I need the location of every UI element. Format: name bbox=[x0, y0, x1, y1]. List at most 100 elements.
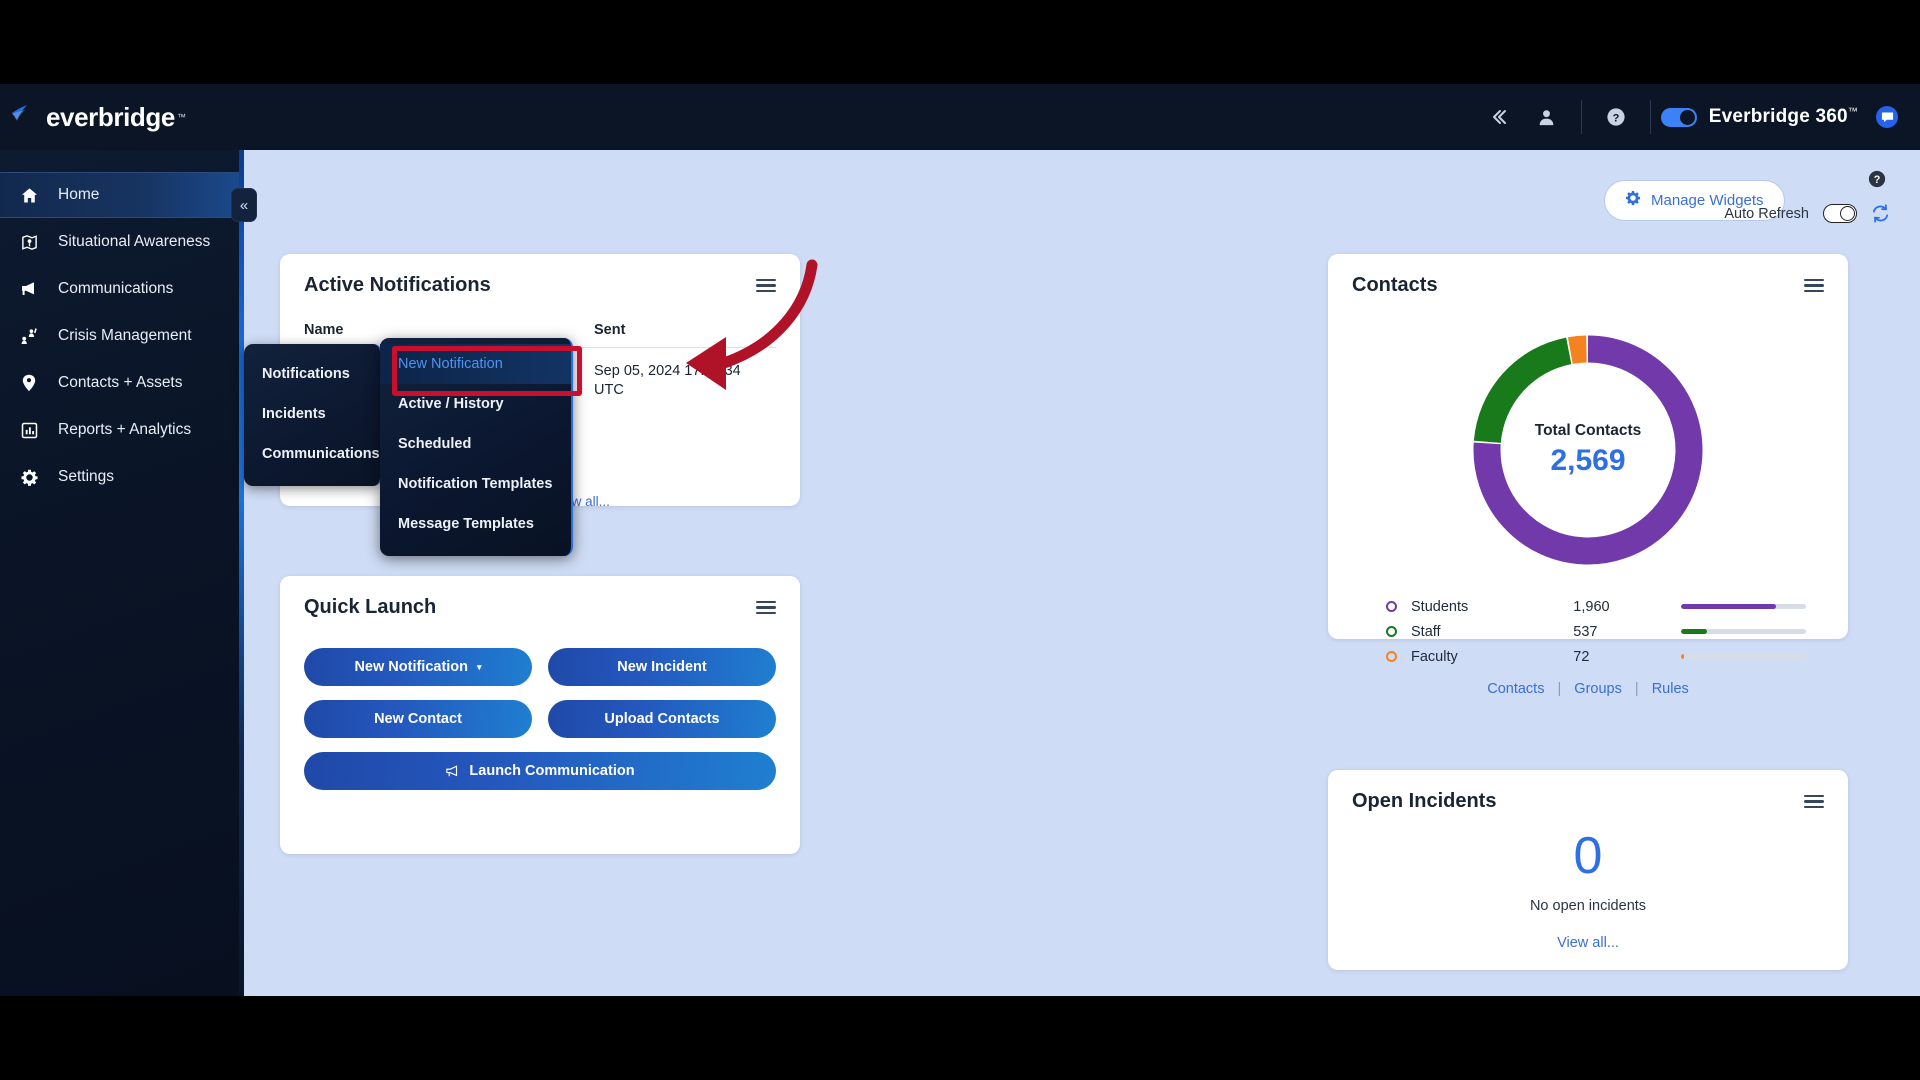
new-notification-button[interactable]: New Notification ▾ bbox=[304, 648, 532, 686]
gear-icon bbox=[18, 469, 40, 486]
new-contact-button[interactable]: New Contact bbox=[304, 700, 532, 738]
open-incidents-count: 0 bbox=[1573, 827, 1603, 885]
open-incidents-links: View all... bbox=[1328, 935, 1848, 951]
contacts-links: Contacts | Groups | Rules bbox=[1328, 681, 1848, 697]
hamburger-icon[interactable] bbox=[756, 597, 776, 618]
help-circle-icon[interactable]: ? bbox=[1592, 84, 1640, 150]
top-bar-actions: ? Everbridge 360™ bbox=[1475, 84, 1920, 150]
svg-text:?: ? bbox=[1612, 113, 1619, 125]
card-header: Open Incidents bbox=[1328, 770, 1848, 813]
legend-progress-bar bbox=[1680, 654, 1806, 659]
everbridge-logo-tm: ™ bbox=[176, 112, 186, 122]
view-all-link[interactable]: View all... bbox=[1557, 935, 1619, 951]
brand-tm: ™ bbox=[1847, 106, 1858, 118]
quick-launch-buttons: New Notification ▾ New Incident New Cont… bbox=[304, 648, 776, 790]
menu-item-communications[interactable]: Communications bbox=[244, 434, 380, 474]
quick-launch-card: Quick Launch New Notification ▾ New Inci… bbox=[280, 576, 800, 854]
link-separator: | bbox=[1557, 681, 1562, 697]
brand-text: Everbridge 360 bbox=[1708, 106, 1848, 127]
user-icon[interactable] bbox=[1523, 84, 1571, 150]
link-contacts[interactable]: Contacts bbox=[1487, 681, 1544, 697]
sidebar: « Home Situational Awareness Communicati… bbox=[0, 150, 257, 996]
megaphone-icon bbox=[18, 280, 40, 298]
hamburger-icon[interactable] bbox=[756, 275, 776, 296]
chat-icon[interactable] bbox=[1876, 106, 1898, 128]
sidebar-item-label: Reports + Analytics bbox=[58, 421, 192, 438]
card-title: Active Notifications bbox=[304, 274, 491, 296]
crisis-people-icon bbox=[18, 327, 40, 345]
link-separator: | bbox=[1634, 681, 1639, 697]
everbridge-logo-mark bbox=[10, 104, 44, 130]
menu-item-message-templates[interactable]: Message Templates bbox=[380, 504, 571, 544]
everbridge-logo[interactable]: everbridge ™ bbox=[0, 84, 244, 150]
help-circle-icon[interactable]: ? bbox=[1868, 170, 1886, 188]
contacts-donut-chart: Total Contacts 2,569 bbox=[1328, 310, 1848, 590]
refresh-icon[interactable] bbox=[1871, 204, 1890, 223]
menu-item-notification-templates[interactable]: Notification Templates bbox=[380, 464, 571, 504]
open-incidents-card: Open Incidents 0 No open incidents View … bbox=[1328, 770, 1848, 970]
auto-refresh-toggle[interactable] bbox=[1823, 204, 1857, 223]
card-title: Open Incidents bbox=[1352, 790, 1497, 812]
legend-row: Students 1,960 bbox=[1386, 594, 1806, 619]
sidebar-item-communications[interactable]: Communications bbox=[0, 266, 244, 312]
legend-row: Faculty 72 bbox=[1386, 644, 1806, 669]
legend-value: 1,960 bbox=[1573, 598, 1610, 615]
hamburger-icon[interactable] bbox=[1804, 791, 1824, 812]
button-label: New Notification bbox=[354, 659, 469, 675]
legend-color-dot bbox=[1386, 651, 1397, 662]
bar-chart-icon bbox=[18, 422, 40, 439]
sidebar-item-reports-analytics[interactable]: Reports + Analytics bbox=[0, 407, 244, 453]
cell-sent: Sep 05, 2024 17:53:34 UTC bbox=[594, 363, 741, 398]
open-incidents-message: No open incidents bbox=[1529, 898, 1647, 914]
chevron-down-icon: ▾ bbox=[477, 661, 482, 672]
main-content: ? Manage Widgets Auto Refresh Active Not… bbox=[244, 150, 1920, 996]
svg-text:?: ? bbox=[1874, 174, 1881, 186]
sidebar-item-home[interactable]: Home bbox=[0, 172, 244, 218]
menu-item-notifications[interactable]: Notifications bbox=[244, 354, 380, 394]
button-label: New Incident bbox=[617, 659, 707, 675]
sidebar-item-situational-awareness[interactable]: Situational Awareness bbox=[0, 219, 244, 265]
upload-contacts-button[interactable]: Upload Contacts bbox=[548, 700, 776, 738]
card-header: Quick Launch bbox=[280, 576, 800, 619]
auto-refresh-label: Auto Refresh bbox=[1724, 205, 1809, 222]
legend-label: Faculty bbox=[1411, 648, 1458, 665]
legend-value: 537 bbox=[1573, 623, 1598, 640]
menu-item-scheduled[interactable]: Scheduled bbox=[380, 424, 571, 464]
gear-icon bbox=[1625, 190, 1641, 211]
card-header: Contacts bbox=[1328, 254, 1848, 297]
legend-row: Staff 537 bbox=[1386, 619, 1806, 644]
map-pin-person-icon bbox=[18, 374, 40, 392]
menu-item-new-notification[interactable]: New Notification bbox=[380, 344, 571, 384]
legend-label: Students bbox=[1411, 598, 1469, 615]
legend-label: Staff bbox=[1411, 623, 1441, 640]
column-header-sent: Sent bbox=[594, 322, 626, 338]
map-awareness-icon bbox=[18, 234, 40, 251]
sidebar-collapse-button[interactable]: « bbox=[231, 188, 257, 222]
launch-communication-button[interactable]: Launch Communication bbox=[304, 752, 776, 790]
hamburger-icon[interactable] bbox=[1804, 275, 1824, 296]
sidebar-item-label: Contacts + Assets bbox=[58, 374, 183, 391]
contacts-widget-card: Contacts Total Contacts 2,569 Students 1,… bbox=[1328, 254, 1848, 697]
flyout-menu-level1: Notifications Incidents Communications bbox=[244, 344, 382, 486]
button-label: New Contact bbox=[374, 711, 462, 727]
sidebar-item-label: Home bbox=[58, 186, 100, 203]
auto-refresh-group: Auto Refresh bbox=[1724, 204, 1890, 223]
collapse-panel-icon[interactable] bbox=[1475, 84, 1523, 150]
everbridge360-toggle[interactable] bbox=[1660, 107, 1697, 127]
widget-toolbar: ? Manage Widgets Auto Refresh bbox=[1324, 158, 1904, 223]
legend-color-dot bbox=[1386, 626, 1397, 637]
link-rules[interactable]: Rules bbox=[1652, 681, 1689, 697]
sidebar-item-settings[interactable]: Settings bbox=[0, 454, 244, 500]
sidebar-item-crisis-management[interactable]: Crisis Management bbox=[0, 313, 244, 359]
new-incident-button[interactable]: New Incident bbox=[548, 648, 776, 686]
column-header-name: Name bbox=[304, 322, 344, 338]
divider bbox=[1580, 100, 1582, 134]
everbridge-logo-text: everbridge bbox=[46, 101, 175, 132]
link-groups[interactable]: Groups bbox=[1574, 681, 1622, 697]
menu-item-incidents[interactable]: Incidents bbox=[244, 394, 380, 434]
sidebar-item-contacts-assets[interactable]: Contacts + Assets bbox=[0, 360, 244, 406]
home-icon bbox=[18, 187, 40, 204]
legend-value: 72 bbox=[1573, 648, 1590, 665]
contacts-legend: Students 1,960 Staff 537 Faculty 72 bbox=[1386, 594, 1806, 669]
menu-item-active-history[interactable]: Active / History bbox=[380, 384, 571, 424]
